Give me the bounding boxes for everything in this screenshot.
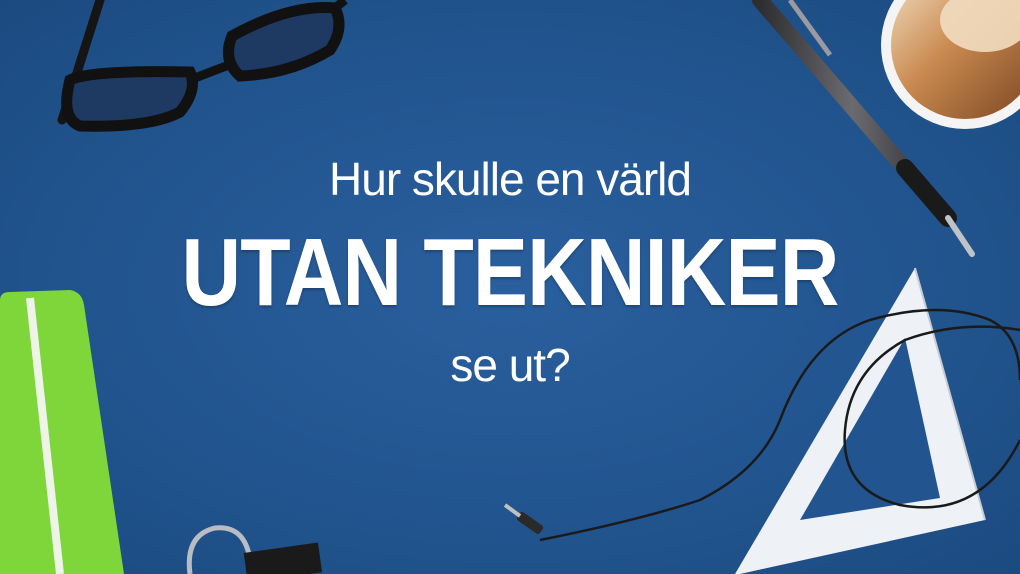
- headline-line-2: UTAN TEKNIKER: [181, 219, 840, 326]
- coffee-cup-icon: [881, 0, 1020, 129]
- binder-clip-icon: [186, 525, 323, 574]
- headline-line-3: se ut?: [450, 339, 570, 391]
- title-card: Hur skulle en värld UTAN TEKNIKER se ut?: [0, 0, 1020, 574]
- glasses-icon: [57, 0, 348, 132]
- headline-line-1: Hur skulle en värld: [329, 153, 692, 205]
- notebook-icon: [0, 290, 124, 574]
